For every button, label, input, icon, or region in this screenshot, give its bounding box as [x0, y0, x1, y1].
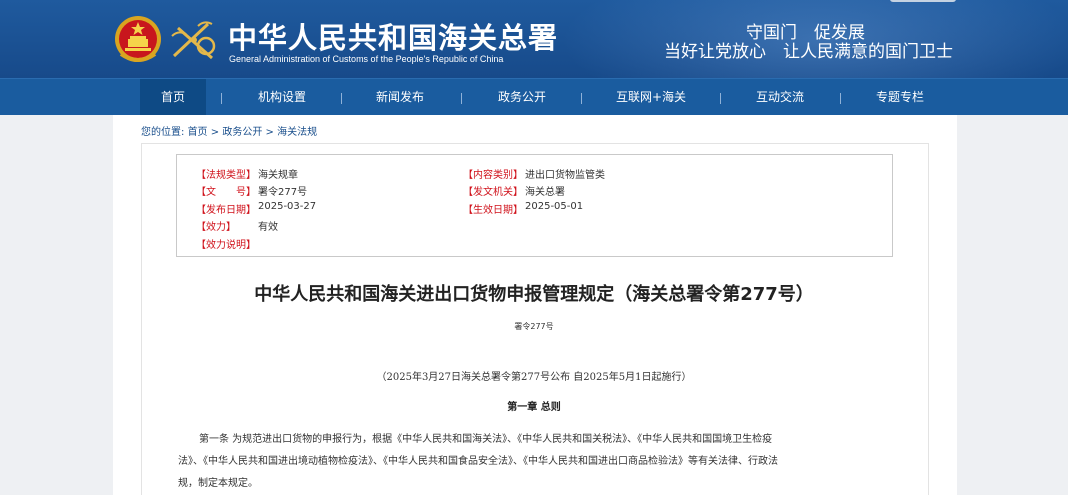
top-scroll-indicator — [890, 0, 956, 2]
customs-emblem-icon[interactable] — [168, 16, 220, 66]
chapter-heading: 第一章 总则 — [507, 402, 561, 413]
breadcrumb-separator: > — [210, 127, 220, 138]
breadcrumb-home[interactable]: 首页 — [188, 127, 208, 138]
effective-date-value: 2025-05-01 — [525, 201, 584, 212]
nav-item-interaction[interactable]: 互动交流 — [744, 79, 816, 116]
nav-separator — [720, 93, 721, 104]
breadcrumb-separator: > — [265, 127, 274, 138]
nav-separator — [840, 93, 841, 104]
site-header: 中华人民共和国海关总署 General Administration of Cu… — [0, 0, 1068, 78]
breadcrumb-government-affairs[interactable]: 政务公开 — [222, 127, 262, 138]
issuer-label: 【发文机关】 — [463, 187, 523, 198]
document-number: 署令277号 — [514, 322, 554, 331]
breadcrumb-customs-regulations[interactable]: 海关法规 — [277, 127, 317, 138]
content-category-value: 进出口货物监管类 — [525, 170, 605, 181]
nav-item-government-affairs[interactable]: 政务公开 — [486, 79, 558, 116]
nav-separator — [221, 93, 222, 104]
nav-item-organization[interactable]: 机构设置 — [246, 79, 318, 116]
article-paragraph-line: 第一条 为规范进出口货物的申报行为，根据《中华人民共和国海关法》、《中华人民共和… — [199, 434, 773, 445]
validity-value: 有效 — [258, 222, 278, 233]
content-category-label: 【内容类别】 — [463, 170, 523, 181]
validity-note-label: 【效力说明】 — [196, 240, 256, 251]
nav-item-news[interactable]: 新闻发布 — [364, 79, 436, 116]
nav-separator — [581, 93, 582, 104]
national-emblem-icon[interactable] — [113, 14, 163, 66]
promulgation-note: （2025年3月27日海关总署令第277号公布 自2025年5月1日起施行） — [376, 372, 692, 383]
issuer-value: 海关总署 — [525, 187, 565, 198]
document-title: 中华人民共和国海关进出口货物申报管理规定（海关总署令第277号） — [254, 284, 814, 305]
effective-date-label: 【生效日期】 — [463, 205, 523, 216]
nav-item-topics[interactable]: 专题专栏 — [864, 79, 936, 116]
site-subtitle: General Administration of Customs of the… — [229, 54, 504, 64]
nav-separator — [341, 93, 342, 104]
breadcrumb: 您的位置: 首页 > 政务公开 > 海关法规 — [141, 123, 317, 138]
main-nav: 首页 机构设置 新闻发布 政务公开 互联网+海关 互动交流 专题专栏 — [0, 78, 1068, 116]
breadcrumb-prefix: 您的位置: — [141, 127, 185, 138]
slogan-line-2: 当好让党放心 让人民满意的国门卫士 — [664, 42, 953, 62]
doc-number-value: 署令277号 — [258, 187, 308, 198]
doc-number-label: 【文 号】 — [196, 187, 256, 198]
publish-date-label: 【发布日期】 — [196, 205, 256, 216]
law-type-label: 【法规类型】 — [196, 170, 256, 181]
law-type-value: 海关规章 — [258, 170, 298, 181]
nav-item-internet-customs[interactable]: 互联网+海关 — [608, 79, 694, 116]
article-paragraph-line: 法》、《中华人民共和国进出境动植物检疫法》、《中华人民共和国食品安全法》、《中华… — [178, 456, 778, 467]
nav-item-home[interactable]: 首页 — [140, 79, 206, 116]
nav-separator — [461, 93, 462, 104]
validity-label: 【效力】 — [196, 222, 236, 233]
publish-date-value: 2025-03-27 — [258, 201, 317, 212]
article-paragraph-line: 规，制定本规定。 — [178, 478, 258, 489]
site-title[interactable]: 中华人民共和国海关总署 — [228, 15, 558, 57]
